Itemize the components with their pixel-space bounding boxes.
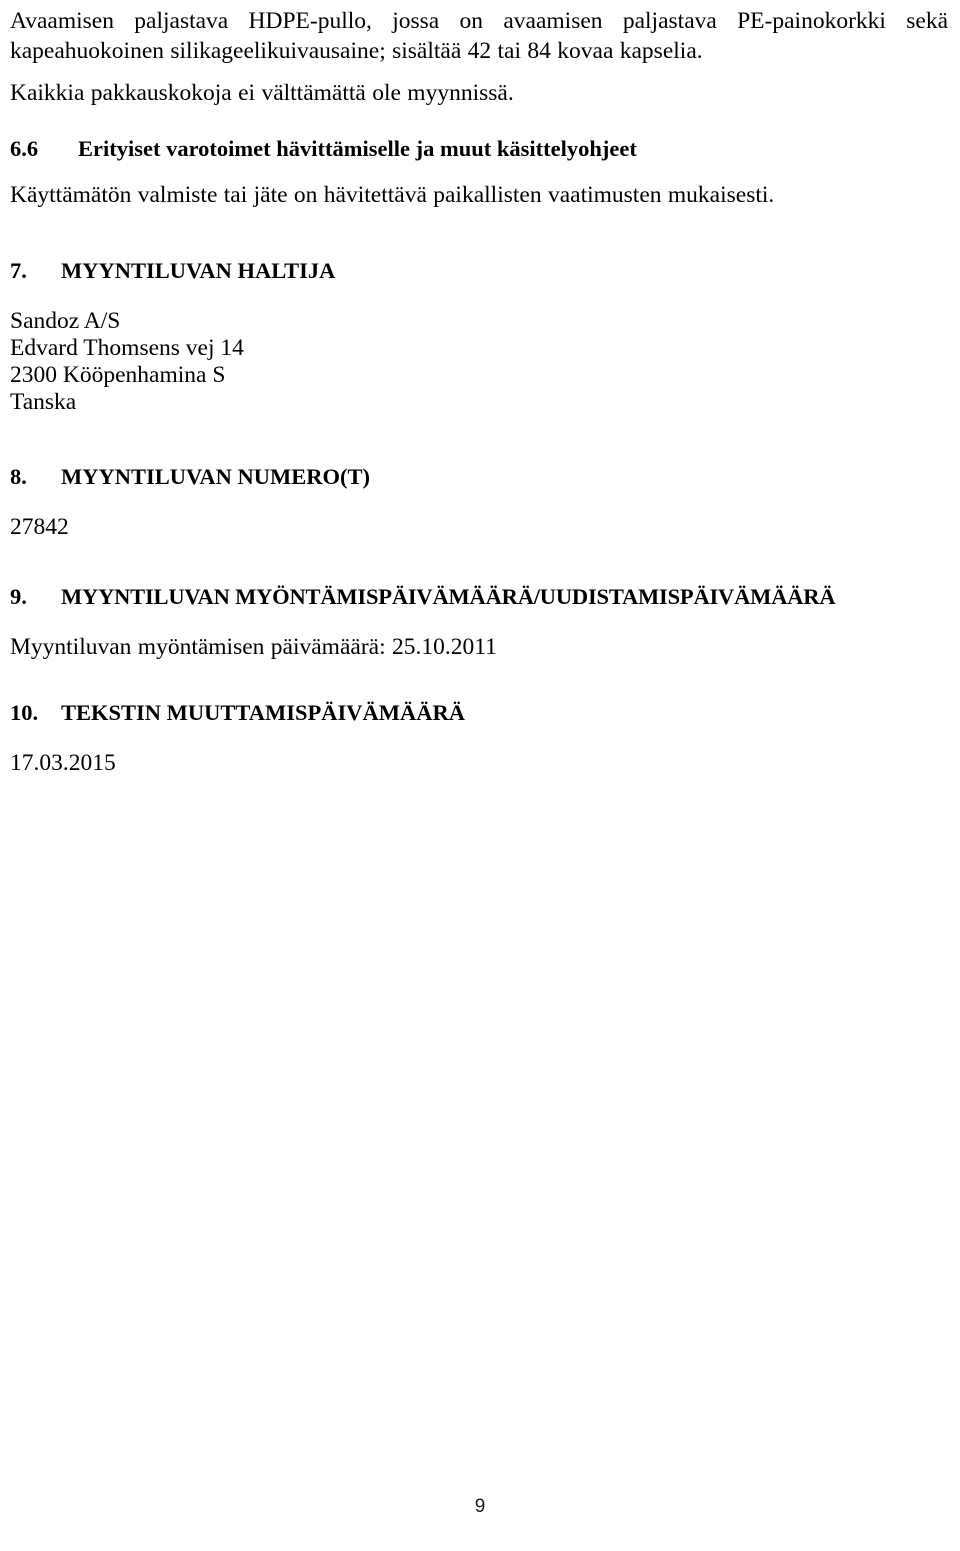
address-line-company: Sandoz A/S xyxy=(10,308,121,334)
section-title: Erityiset varotoimet hävittämiselle ja m… xyxy=(78,136,637,161)
section-heading-10: 10. TEKSTIN MUUTTAMISPÄIVÄMÄÄRÄ xyxy=(10,698,950,728)
section-title: MYYNTILUVAN NUMERO(T) xyxy=(61,464,370,489)
address-line-country: Tanska xyxy=(10,389,77,415)
address-line-street: Edvard Thomsens vej 14 xyxy=(10,335,244,361)
section-number: 7. xyxy=(10,258,27,283)
paragraph-disposal-text: Käyttämätön valmiste tai jäte on hävitet… xyxy=(10,182,775,208)
paragraph-authorisation-granted-date: Myyntiluvan myöntämisen päivämäärä: 25.1… xyxy=(10,634,497,660)
section-number: 6.6 xyxy=(10,136,39,161)
section-title: MYYNTILUVAN MYÖNTÄMISPÄIVÄMÄÄRÄ/UUDISTAM… xyxy=(61,584,836,609)
paragraph-authorisation-number: 27842 xyxy=(10,514,69,540)
section-heading-7: 7. MYYNTILUVAN HALTIJA xyxy=(10,256,950,286)
section-title: TEKSTIN MUUTTAMISPÄIVÄMÄÄRÄ xyxy=(61,700,465,725)
section-heading-9: 9. MYYNTILUVAN MYÖNTÄMISPÄIVÄMÄÄRÄ/UUDIS… xyxy=(10,582,950,612)
document-page: Avaamisen paljastava HDPE-pullo, jossa o… xyxy=(0,0,960,1551)
paragraph-pack-sizes-note: Kaikkia pakkauskokoja ei välttämättä ole… xyxy=(10,80,514,106)
section-number: 10. xyxy=(10,700,39,725)
marketing-authorisation-holder-address: Sandoz A/S Edvard Thomsens vej 14 2300 K… xyxy=(10,308,950,416)
section-heading-8: 8. MYYNTILUVAN NUMERO(T) xyxy=(10,462,950,492)
page-number: 9 xyxy=(474,1496,486,1517)
address-line-city: 2300 Kööpenhamina S xyxy=(10,362,226,388)
section-number: 9. xyxy=(10,584,27,609)
page-content: Avaamisen paljastava HDPE-pullo, jossa o… xyxy=(10,0,950,778)
section-title: MYYNTILUVAN HALTIJA xyxy=(61,258,336,283)
section-heading-6-6: 6.6 Erityiset varotoimet hävittämiselle … xyxy=(10,134,950,164)
paragraph-packaging-description: Avaamisen paljastava HDPE-pullo, jossa o… xyxy=(10,8,948,64)
section-number: 8. xyxy=(10,464,27,489)
paragraph-text-revision-date: 17.03.2015 xyxy=(10,750,116,776)
